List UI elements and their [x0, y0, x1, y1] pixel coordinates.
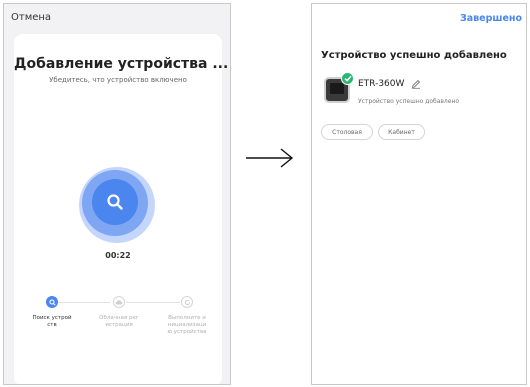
progress-line [58, 302, 110, 303]
done-button[interactable]: Завершено [460, 13, 522, 24]
success-title: Устройство успешно добавлено [321, 50, 507, 61]
device-name[interactable]: ETR-360W [358, 79, 404, 89]
step-label-init: Выполните инициализацию устройства [167, 315, 207, 336]
step-cloud-dot [113, 296, 125, 308]
room-chip-office[interactable]: Кабинет [378, 124, 425, 140]
add-device-screen: Отмена Добавление устройства ... Убедите… [3, 3, 231, 385]
room-chip-dining[interactable]: Столовая [321, 124, 373, 140]
search-card: Добавление устройства ... Убедитесь, что… [14, 34, 229, 384]
arrow-right-icon [246, 148, 294, 168]
check-icon [341, 72, 354, 85]
pencil-icon[interactable] [411, 79, 421, 89]
search-timer: 00:22 [105, 251, 131, 260]
page-title: Добавление устройства ... [14, 56, 229, 72]
refresh-icon [184, 299, 190, 305]
step-search-dot [46, 296, 58, 308]
progress-line [126, 302, 180, 303]
search-icon [107, 194, 123, 210]
device-status: Устройство успешно добавлено [358, 98, 460, 105]
step-init-dot [181, 296, 193, 308]
search-indicator [92, 179, 138, 225]
step-label-search: Поиск устройств [32, 315, 72, 329]
page-subtitle: Убедитесь, что устройство включено [49, 76, 187, 84]
step-label-cloud: Облачная регистрация [99, 315, 139, 329]
cloud-icon [115, 300, 123, 305]
device-added-screen: Завершено Устройство успешно добавлено E… [311, 3, 527, 385]
cancel-button[interactable]: Отмена [11, 12, 51, 23]
thermostat-display [330, 83, 344, 94]
search-icon [48, 298, 55, 305]
